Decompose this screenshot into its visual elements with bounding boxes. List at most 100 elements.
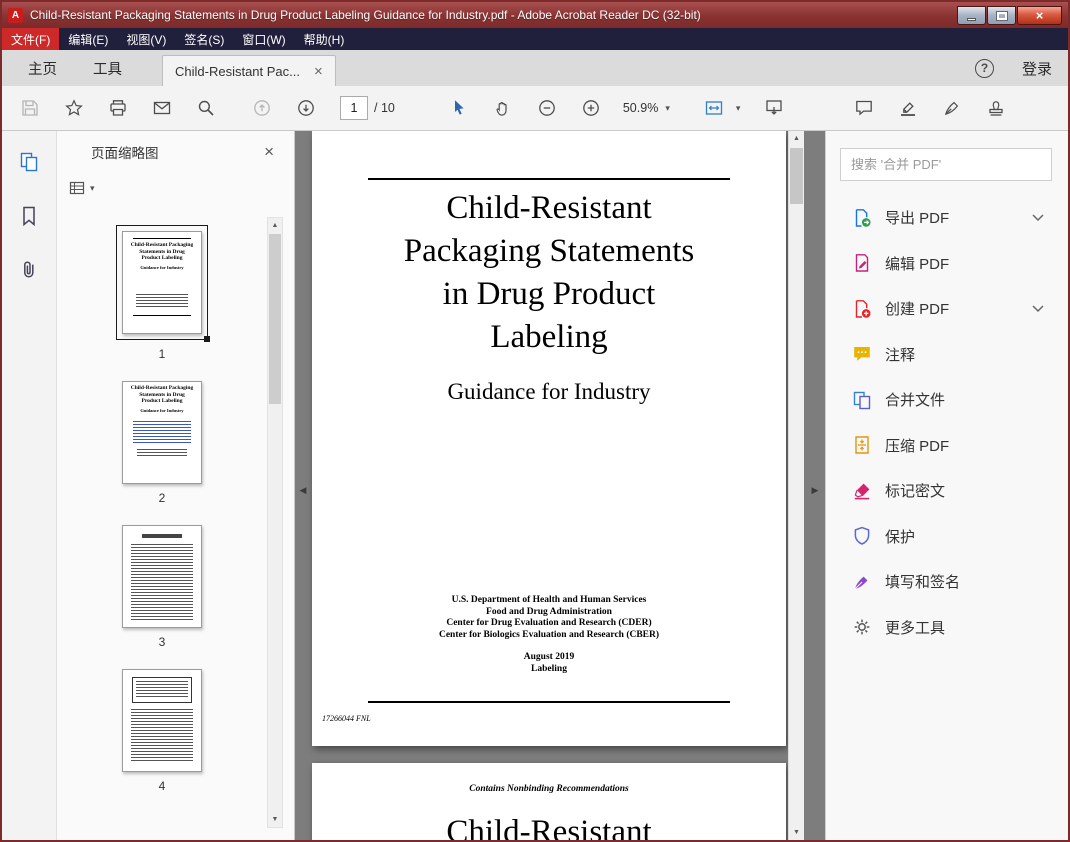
menu-help[interactable]: 帮助(H)	[295, 28, 354, 50]
sign-tool-button[interactable]	[934, 91, 970, 125]
thumb-rule	[133, 314, 191, 316]
acrobat-window: A Child-Resistant Packaging Statements i…	[0, 0, 1070, 842]
tool-item-compress-pdf[interactable]: 压缩 PDF	[826, 423, 1068, 469]
tab-home[interactable]: 主页	[10, 50, 75, 86]
save-icon	[22, 100, 38, 116]
thumbnail-page-1[interactable]: Child-Resistant Packaging Statements in …	[116, 225, 210, 342]
email-icon	[153, 101, 171, 115]
select-tool-button[interactable]	[441, 91, 477, 125]
acrobat-app-icon: A	[8, 7, 23, 23]
menu-window[interactable]: 窗口(W)	[233, 28, 294, 50]
previous-page-button[interactable]	[244, 91, 280, 125]
tab-document[interactable]: Child-Resistant Pac... ×	[162, 55, 336, 86]
title-bar: A Child-Resistant Packaging Statements i…	[2, 2, 1068, 28]
menu-sign[interactable]: 签名(S)	[175, 28, 233, 50]
chevron-down-icon[interactable]	[1032, 305, 1044, 313]
next-page-button[interactable]	[288, 91, 324, 125]
window-controls: ×	[956, 6, 1062, 25]
tool-label: 合并文件	[885, 392, 946, 410]
thumbnail-page-2[interactable]: Child-Resistant Packaging Statements in …	[122, 381, 202, 484]
zoom-value: 50.9%	[622, 101, 659, 115]
thumb-rule	[133, 238, 191, 239]
close-button[interactable]: ×	[1017, 6, 1062, 25]
agency-line: Center for Drug Evaluation and Research …	[446, 618, 652, 628]
tools-search-input[interactable]	[851, 157, 1041, 172]
bookmarks-panel-button[interactable]	[16, 203, 42, 229]
thumbnail-page-3[interactable]	[122, 525, 202, 628]
fit-width-dropdown[interactable]	[696, 91, 732, 125]
zoom-out-button[interactable]	[529, 91, 565, 125]
disclaimer-text: Contains Nonbinding Recommendations	[469, 784, 629, 794]
thumb-subtitle-text: Guidance for Industry	[140, 264, 184, 270]
thumbnail-page-4[interactable]	[122, 669, 202, 772]
thumbnails-options-button[interactable]: ▾	[57, 173, 294, 203]
scrollbar-thumb[interactable]	[790, 148, 803, 204]
chevron-down-icon[interactable]	[1032, 214, 1044, 222]
thumb-box	[132, 677, 192, 703]
star-tool-button[interactable]	[56, 91, 92, 125]
zoom-level-dropdown[interactable]: 50.9% ▾	[623, 101, 670, 115]
attachments-panel-button[interactable]	[16, 257, 42, 283]
menu-bar: 文件(F) 编辑(E) 视图(V) 签名(S) 窗口(W) 帮助(H)	[2, 28, 1068, 50]
tool-item-protect[interactable]: 保护	[826, 514, 1068, 560]
scroll-down-icon[interactable]: ▼	[268, 812, 282, 827]
reading-mode-button[interactable]	[756, 91, 792, 125]
minimize-button[interactable]	[957, 6, 986, 25]
page-thumbnails-icon	[20, 152, 38, 172]
thumbnails-scrollbar[interactable]: ▲ ▼	[267, 217, 283, 828]
document-scrollbar[interactable]: ▲ ▼	[788, 131, 804, 840]
menu-edit[interactable]: 编辑(E)	[59, 28, 117, 50]
thumbnails-panel-title: 页面缩略图	[91, 146, 159, 161]
collapse-left-panel-button[interactable]: ◀	[296, 471, 310, 509]
page2-title-partial: Child-Resistant	[446, 814, 652, 840]
menu-view[interactable]: 视图(V)	[117, 28, 175, 50]
tool-item-export-pdf[interactable]: 导出 PDF	[826, 195, 1068, 241]
tab-tools[interactable]: 工具	[75, 50, 140, 86]
maximize-button[interactable]	[987, 6, 1016, 25]
left-nav-strip	[2, 131, 57, 840]
collapse-right-panel-button[interactable]: ▶	[808, 471, 822, 509]
thumb-subtitle-text: Guidance for Industry	[140, 407, 184, 413]
tools-search-box	[840, 148, 1052, 181]
tool-item-fill-sign[interactable]: 填写和签名	[826, 559, 1068, 605]
save-button[interactable]	[12, 91, 48, 125]
page-thumbnail[interactable]: Child-Resistant Packaging Statements in …	[122, 231, 202, 334]
highlight-tool-button[interactable]	[890, 91, 926, 125]
tool-item-edit-pdf[interactable]: 编辑 PDF	[826, 241, 1068, 287]
tools-panel: 导出 PDF 编辑 PDF 创建 PDF 注释	[825, 131, 1068, 840]
document-view[interactable]: Child-Resistant Packaging Statements in …	[295, 131, 825, 840]
zoom-in-button[interactable]	[573, 91, 609, 125]
tool-item-comment[interactable]: 注释	[826, 332, 1068, 378]
select-arrow-icon	[454, 100, 464, 115]
page-total-label: / 10	[374, 101, 395, 115]
print-button[interactable]	[100, 91, 136, 125]
tool-item-redact[interactable]: 标记密文	[826, 468, 1068, 514]
comment-tool-button[interactable]	[846, 91, 882, 125]
scroll-down-icon[interactable]: ▼	[789, 825, 804, 840]
menu-file[interactable]: 文件(F)	[2, 28, 60, 50]
panel-close-icon[interactable]: ×	[264, 142, 274, 162]
stamp-tool-button[interactable]	[978, 91, 1014, 125]
tool-label: 填写和签名	[885, 574, 961, 592]
hand-tool-button[interactable]	[485, 91, 521, 125]
sign-in-button[interactable]: 登录	[1022, 58, 1052, 79]
tool-item-create-pdf[interactable]: 创建 PDF	[826, 286, 1068, 332]
highlighter-icon	[901, 102, 916, 116]
tool-item-combine-files[interactable]: 合并文件	[826, 377, 1068, 423]
compress-pdf-icon	[852, 435, 872, 455]
page-thumbnails-panel-button[interactable]	[16, 149, 42, 175]
tab-close-icon[interactable]: ×	[314, 64, 323, 79]
protect-shield-icon	[852, 526, 872, 546]
email-button[interactable]	[144, 91, 180, 125]
scrollbar-thumb[interactable]	[269, 234, 281, 404]
tool-label: 创建 PDF	[885, 301, 950, 319]
scroll-up-icon[interactable]: ▲	[789, 131, 804, 146]
thumbnail-options-icon	[69, 181, 85, 195]
main-toolbar: / 10 50.9% ▾ ▾	[2, 86, 1068, 131]
fountain-pen-icon	[945, 101, 959, 116]
magnifier-tool-button[interactable]	[188, 91, 224, 125]
tool-item-more-tools[interactable]: 更多工具	[826, 605, 1068, 651]
help-icon[interactable]: ?	[974, 58, 994, 78]
page-number-input[interactable]	[340, 96, 368, 120]
scroll-up-icon[interactable]: ▲	[268, 218, 282, 233]
